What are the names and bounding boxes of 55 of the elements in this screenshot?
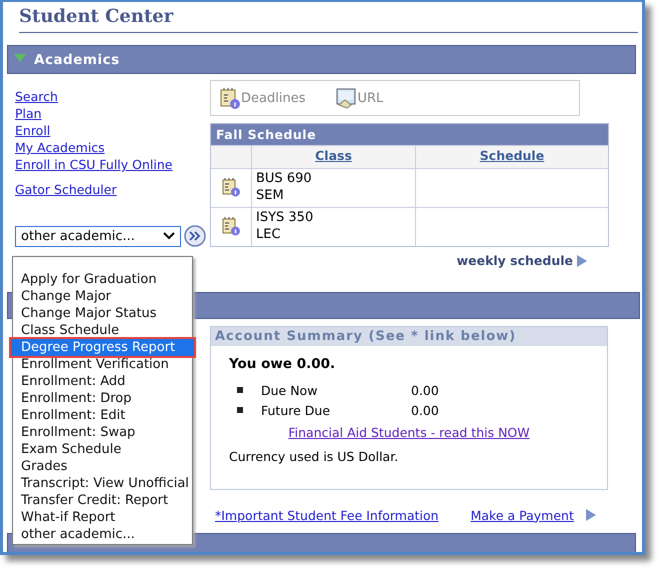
dropdown-option[interactable]: Grades — [13, 458, 192, 475]
section-title: Academics — [34, 52, 120, 68]
play-arrow-icon[interactable] — [586, 509, 596, 521]
dropdown-option[interactable]: Enrollment: Add — [13, 373, 192, 390]
nav-link[interactable]: Plan — [15, 105, 210, 122]
toolbar-link[interactable]: URL — [335, 87, 384, 109]
section-header[interactable]: Academics — [7, 45, 636, 74]
dropdown-option[interactable]: Change Major — [13, 288, 192, 305]
dropdown-option[interactable]: Enrollment: Drop — [13, 390, 192, 407]
go-icon[interactable] — [184, 225, 206, 247]
payment-link[interactable]: Make a Payment — [470, 506, 574, 524]
due-amount: 0.00 — [411, 402, 439, 418]
dropdown-option[interactable]: other academic... — [13, 526, 192, 543]
play-arrow-icon[interactable] — [577, 254, 587, 266]
currency-note: Currency used is US Dollar. — [229, 449, 400, 464]
dropdown-option[interactable]: Enrollment: Swap — [13, 424, 192, 441]
dropdown-option[interactable]: Change Major Status — [13, 305, 192, 322]
nav-link[interactable]: Search — [15, 88, 210, 105]
dropdown-option[interactable]: Class Schedule — [13, 322, 192, 339]
nav-link[interactable]: Enroll in CSU Fully Online — [15, 156, 210, 173]
fee-info-link[interactable]: *Important Student Fee Information — [215, 506, 439, 524]
toolbar-link[interactable]: Deadlines — [219, 87, 306, 109]
dropdown-option[interactable]: Enrollment: Edit — [13, 407, 192, 424]
column-header[interactable]: Schedule — [415, 145, 608, 168]
bullet-icon — [237, 407, 243, 413]
financial-aid-link[interactable]: Financial Aid Students - read this NOW — [288, 425, 530, 440]
table-header-cell — [211, 145, 251, 168]
due-label: Future Due — [261, 402, 332, 418]
academic-select[interactable]: other academic... — [15, 226, 181, 246]
dropdown-option[interactable]: Degree Progress Report — [11, 339, 194, 356]
column-header[interactable]: Class — [251, 145, 415, 168]
dropdown-option[interactable]: What-if Report — [13, 509, 192, 526]
web-page-icon — [335, 87, 358, 109]
dropdown-option[interactable]: Transfer Credit: Report — [13, 492, 192, 509]
page-title: Student Center — [19, 6, 174, 27]
class-info-icon[interactable] — [221, 177, 241, 197]
table-title: Fall Schedule — [211, 124, 608, 145]
panel-title: Account Summary (See * link below) — [211, 327, 607, 346]
caret-icon — [163, 232, 175, 240]
nav-link[interactable]: Enroll — [15, 122, 210, 139]
nav-link[interactable]: My Academics — [15, 139, 210, 156]
weekly-schedule-link[interactable]: weekly schedule — [456, 253, 573, 268]
class-info-icon[interactable] — [221, 216, 241, 236]
due-label: Due Now — [261, 382, 318, 398]
dropdown-option[interactable]: Transcript: View Unofficial — [13, 475, 192, 492]
calendar-info-icon — [219, 87, 241, 109]
table-cell: BUS 690 SEM — [251, 168, 415, 207]
dropdown-option[interactable]: Exam Schedule — [13, 441, 192, 458]
table-cell: ISYS 350 LEC — [251, 207, 415, 246]
due-amount: 0.00 — [411, 382, 439, 398]
balance-text: You owe 0.00. — [229, 356, 336, 372]
dropdown-option[interactable]: Enrollment Verification — [13, 356, 192, 373]
bullet-icon — [237, 387, 243, 393]
nav-link[interactable]: Gator Scheduler — [15, 181, 210, 198]
dropdown-option[interactable]: Apply for Graduation — [13, 271, 192, 288]
